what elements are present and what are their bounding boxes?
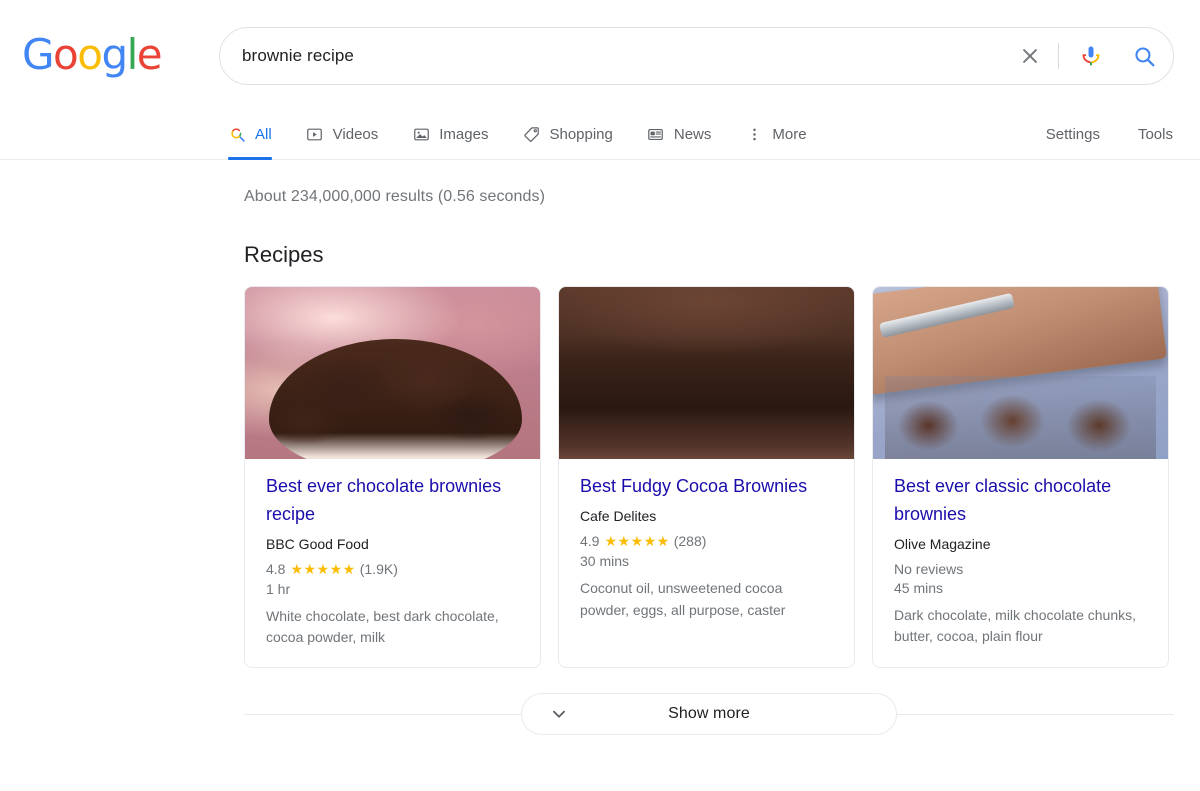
tab-news-label: News [674,127,712,142]
more-vertical-icon [745,126,763,144]
tab-more-label: More [772,127,806,142]
logo-letter-o1: o [53,34,77,76]
tag-icon [522,126,540,144]
show-more-section: Show more [244,693,1174,735]
close-icon [1019,45,1041,67]
tools-button[interactable]: Tools [1138,112,1173,159]
tab-images-label: Images [439,127,488,142]
tab-shopping-label: Shopping [549,127,612,142]
recipe-no-reviews: No reviews [894,561,1147,577]
search-results-main: About 234,000,000 results (0.56 seconds)… [0,160,1200,735]
image-icon [412,126,430,144]
search-divider [1058,43,1059,69]
logo-letter-g2: g [101,34,126,76]
microphone-icon [1079,44,1103,68]
recipe-rating: 4.8 ★★★★★ (1.9K) [266,561,519,578]
nav-right-group: Settings Tools [1008,112,1173,159]
star-icons: ★★★★★ [604,533,669,550]
tab-videos-label: Videos [333,127,379,142]
recipe-thumbnail[interactable] [873,287,1168,459]
search-box[interactable]: brownie recipe [219,27,1174,85]
voice-search-button[interactable] [1067,27,1115,85]
recipe-time: 30 mins [580,553,833,569]
star-icons: ★★★★★ [290,561,355,578]
fudgy-brownie-closeup-photo [559,287,854,459]
logo-letter-o2: o [77,34,101,76]
recipe-time: 1 hr [266,581,519,597]
recipe-card[interactable]: Best ever chocolate brownies recipe BBC … [244,286,541,668]
tab-all-label: All [255,127,272,142]
recipe-rating: 4.9 ★★★★★ (288) [580,533,833,550]
clear-search-button[interactable] [1006,27,1054,85]
recipe-card-body: Best ever classic chocolate brownies Oli… [873,459,1168,666]
recipe-title-link[interactable]: Best ever classic chocolate brownies [894,473,1147,529]
recipe-ingredients: White chocolate, best dark chocolate, co… [266,606,519,649]
chevron-down-icon [548,703,570,725]
review-count: (288) [674,533,707,549]
google-search-results-page: Google brownie recipe [0,0,1200,791]
rating-value: 4.9 [580,533,599,549]
page-header: Google brownie recipe [0,0,1200,160]
logo-letter-g1: G [22,34,53,76]
recipe-card[interactable]: Best ever classic chocolate brownies Oli… [872,286,1169,668]
knife-icon [879,293,1015,339]
recipe-thumbnail[interactable] [559,287,854,459]
tab-videos[interactable]: Videos [306,112,379,159]
show-more-label: Show more [668,705,750,723]
tab-all[interactable]: All [228,112,272,159]
search-icon [1132,44,1157,69]
recipe-card[interactable]: Best Fudgy Cocoa Brownies Cafe Delites 4… [558,286,855,668]
review-count: (1.9K) [360,561,398,577]
brownies-cooling-rack-photo [873,287,1168,459]
search-input[interactable]: brownie recipe [220,46,1006,66]
settings-label: Settings [1046,127,1100,142]
recipe-cards-carousel: Best ever chocolate brownies recipe BBC … [244,286,1200,668]
tab-shopping[interactable]: Shopping [522,112,612,159]
recipe-ingredients: Coconut oil, unsweetened cocoa powder, e… [580,578,833,621]
recipe-time: 45 mins [894,580,1147,596]
search-nav-tabs: All Videos [228,112,1173,159]
recipe-card-body: Best Fudgy Cocoa Brownies Cafe Delites 4… [559,459,854,639]
news-icon [647,126,665,144]
search-submit-button[interactable] [1115,27,1173,85]
tab-more[interactable]: More [745,112,806,159]
result-stats: About 234,000,000 results (0.56 seconds) [244,160,1200,206]
recipe-title-link[interactable]: Best ever chocolate brownies recipe [266,473,519,529]
tab-images[interactable]: Images [412,112,488,159]
rating-value: 4.8 [266,561,285,577]
logo-letter-l: l [127,34,137,76]
brownies-on-plate-photo [245,287,540,459]
tab-news[interactable]: News [647,112,712,159]
recipe-source: BBC Good Food [266,536,519,552]
search-icon [228,126,246,144]
recipes-section-title: Recipes [244,242,1200,268]
logo-letter-e: e [137,34,161,76]
google-logo[interactable]: Google [22,34,161,76]
video-icon [306,126,324,144]
recipe-ingredients: Dark chocolate, milk chocolate chunks, b… [894,605,1147,648]
show-more-button[interactable]: Show more [521,693,897,735]
recipe-thumbnail[interactable] [245,287,540,459]
settings-button[interactable]: Settings [1046,112,1100,159]
recipe-title-link[interactable]: Best Fudgy Cocoa Brownies [580,473,833,501]
tools-label: Tools [1138,127,1173,142]
recipe-card-body: Best ever chocolate brownies recipe BBC … [245,459,540,667]
recipe-source: Cafe Delites [580,508,833,524]
recipe-source: Olive Magazine [894,536,1147,552]
